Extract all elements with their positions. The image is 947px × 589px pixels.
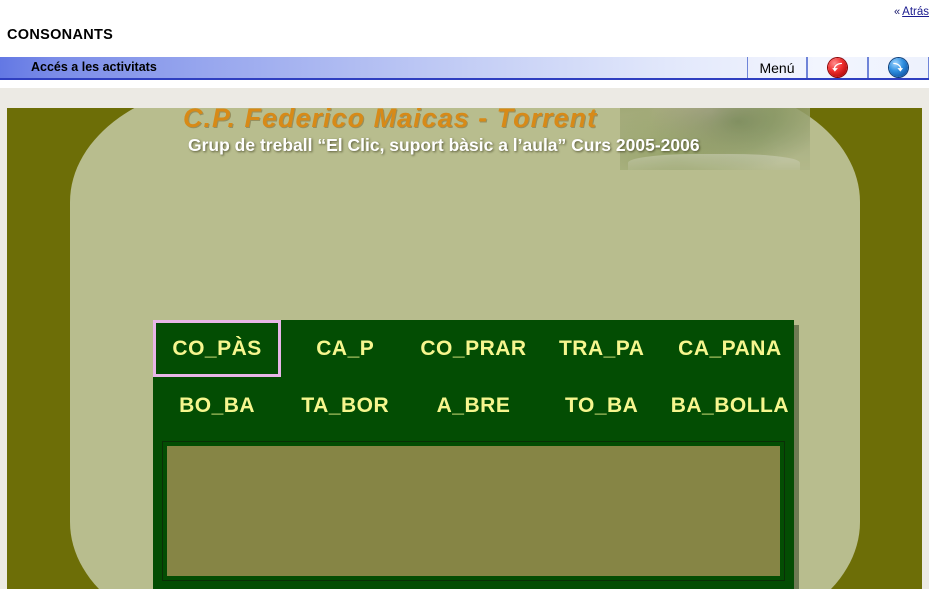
word-cell[interactable]: CA_P [281,320,409,377]
school-banner: C.P. Federico Maicas - Torrent Grup de t… [7,108,922,170]
word-cell[interactable]: BA_BOLLA [666,377,794,434]
toolbar-button-group: Menú [747,57,929,78]
word-cell[interactable]: CO_PÀS [153,320,282,377]
back-link[interactable]: Atrás [902,6,929,18]
word-cell[interactable]: TRA_PA [538,320,666,377]
next-activity-button[interactable] [868,57,929,78]
menu-button[interactable]: Menú [747,57,807,78]
word-cell[interactable]: TA_BOR [281,377,409,434]
activity-stage: C.P. Federico Maicas - Torrent Grup de t… [7,108,922,589]
word-label: CA_PANA [678,336,782,360]
school-banner-subtitle: Grup de treball “El Clic, suport bàsic a… [188,135,700,155]
word-cell[interactable]: CA_PANA [666,320,794,377]
forward-arrow-globe-icon [889,58,908,77]
back-arrow-globe-icon [828,58,847,77]
word-label: BA_BOLLA [670,393,790,417]
word-label: TO_BA [565,393,639,417]
word-label: CO_PÀS [172,336,262,360]
word-label: CO_PRAR [420,336,527,360]
page-title: CONSONANTS [7,27,114,43]
word-label: TRA_PA [558,336,645,360]
answer-drop-area[interactable] [162,441,785,581]
clic-applet-frame: C.P. Federico Maicas - Torrent Grup de t… [0,88,929,589]
back-chevron-icon: « [894,6,901,18]
access-toolbar: Accés a les activitats Menú [0,57,929,80]
word-label: BO_BA [179,393,256,417]
word-cell[interactable]: A_BRE [409,377,537,434]
word-cell[interactable]: BO_BA [153,377,281,434]
access-toolbar-label: Accés a les activitats [31,60,157,74]
word-label: A_BRE [436,393,511,417]
word-cell[interactable]: CO_PRAR [409,320,537,377]
word-grid: CO_PÀS CA_P CO_PRAR TRA_PA CA_PANA BO_BA… [153,320,794,434]
word-label: TA_BOR [301,393,390,417]
school-banner-title: C.P. Federico Maicas - Torrent [183,108,598,133]
stage-background: C.P. Federico Maicas - Torrent Grup de t… [7,108,922,589]
activity-panel: CO_PÀS CA_P CO_PRAR TRA_PA CA_PANA BO_BA… [153,320,794,589]
menu-button-label: Menú [759,59,795,76]
browser-back-row: «Atrás [0,0,947,22]
word-cell[interactable]: TO_BA [538,377,666,434]
previous-activity-button[interactable] [807,57,868,78]
word-label: CA_P [316,336,375,360]
